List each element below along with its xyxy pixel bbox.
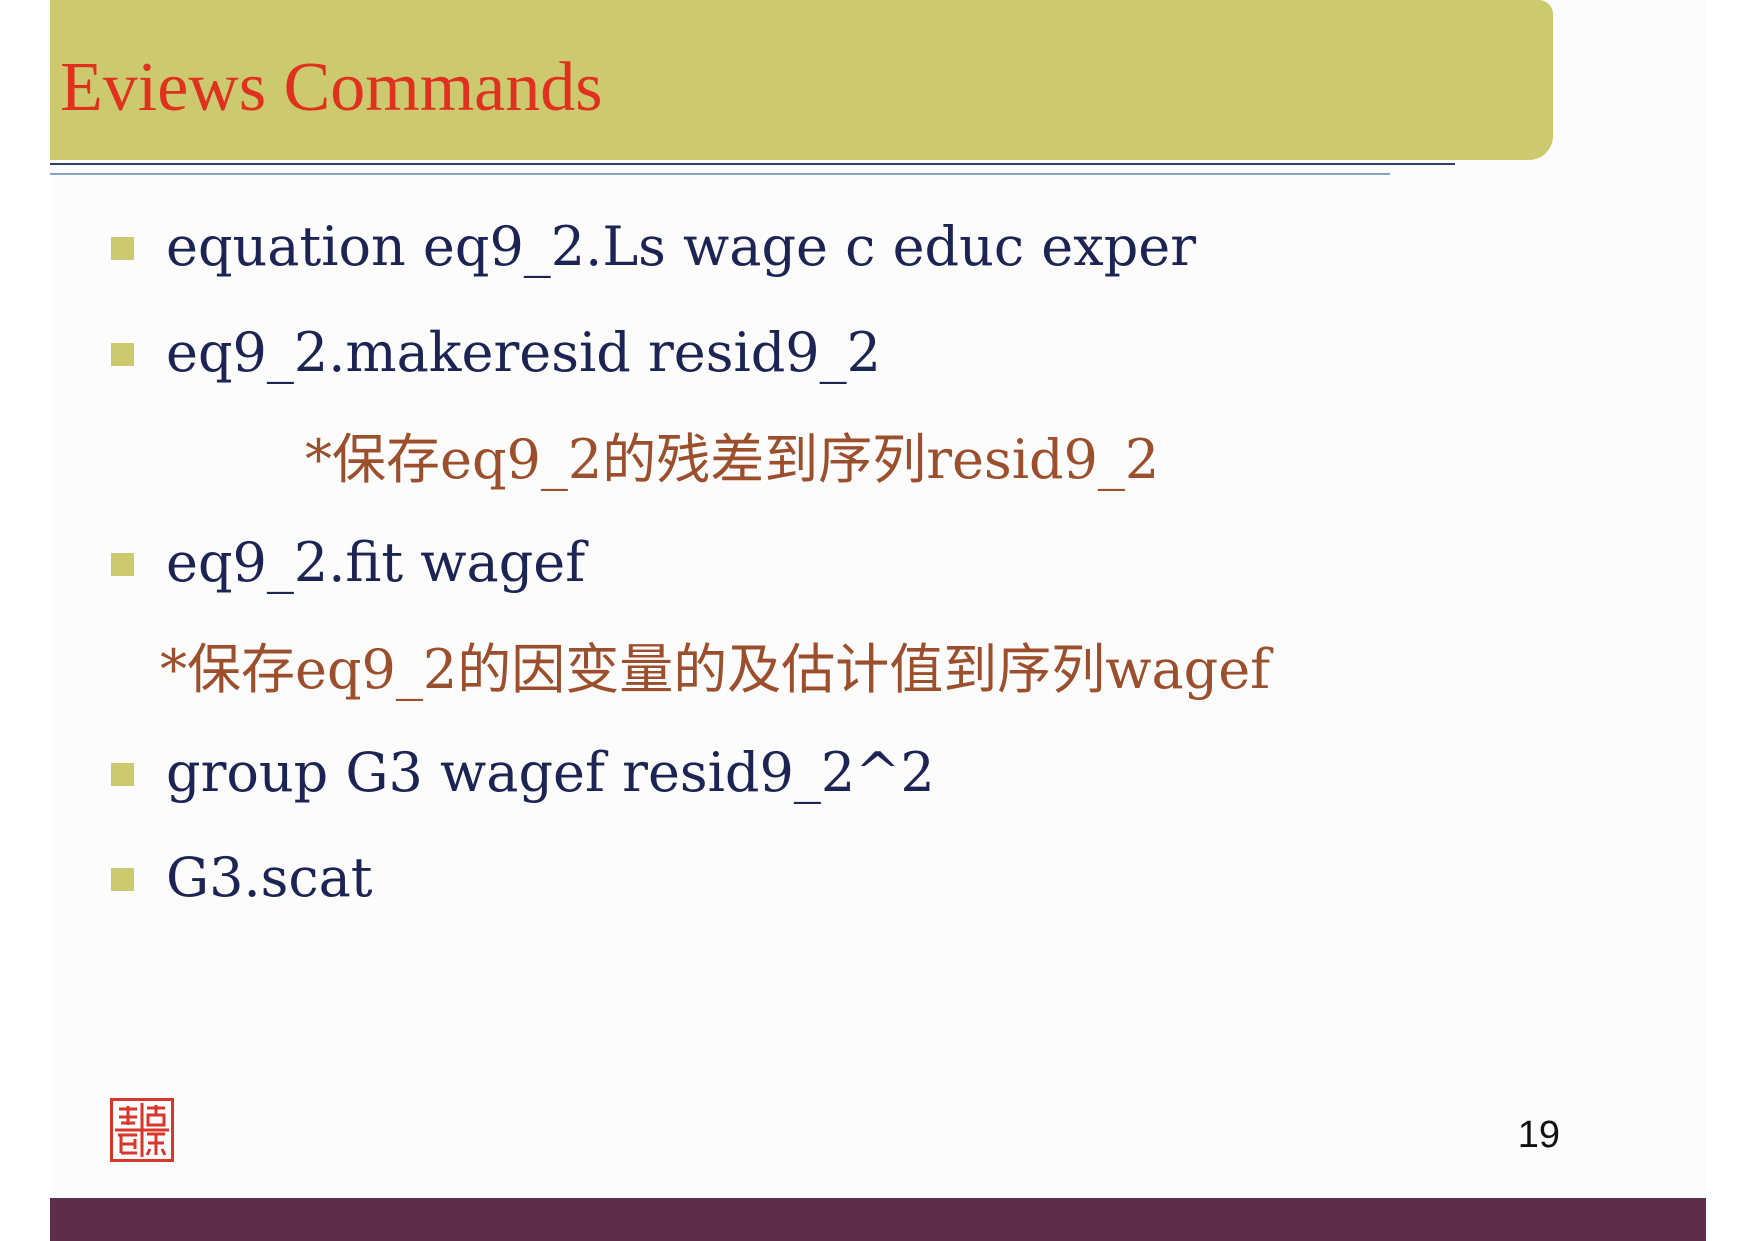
command-line: equation eq9_2.Ls wage c educ exper	[166, 215, 1197, 278]
title-divider-light	[50, 173, 1390, 175]
command-line: eq9_2.fit wagef	[166, 531, 586, 594]
bullet-square-icon	[111, 868, 134, 891]
command-note: *保存eq9_2的残差到序列resid9_2	[305, 428, 1160, 491]
command-line: G3.scat	[166, 846, 373, 909]
slide-background	[50, 0, 1706, 1241]
page-number: 19	[1517, 1114, 1560, 1156]
bullet-square-icon	[111, 763, 134, 786]
bullet-square-icon	[111, 343, 134, 366]
slide-title: Eviews Commands	[60, 49, 603, 126]
command-note: *保存eq9_2的因变量的及估计值到序列wagef	[160, 638, 1271, 701]
bullet-square-icon	[111, 553, 134, 576]
red-seal-stamp-icon	[110, 1098, 174, 1162]
bullet-square-icon	[111, 237, 134, 260]
command-line: eq9_2.makeresid resid9_2	[166, 321, 881, 384]
command-line: group G3 wagef resid9_2^2	[166, 741, 935, 804]
title-divider-dark	[50, 163, 1455, 165]
footer-bar	[50, 1198, 1706, 1241]
